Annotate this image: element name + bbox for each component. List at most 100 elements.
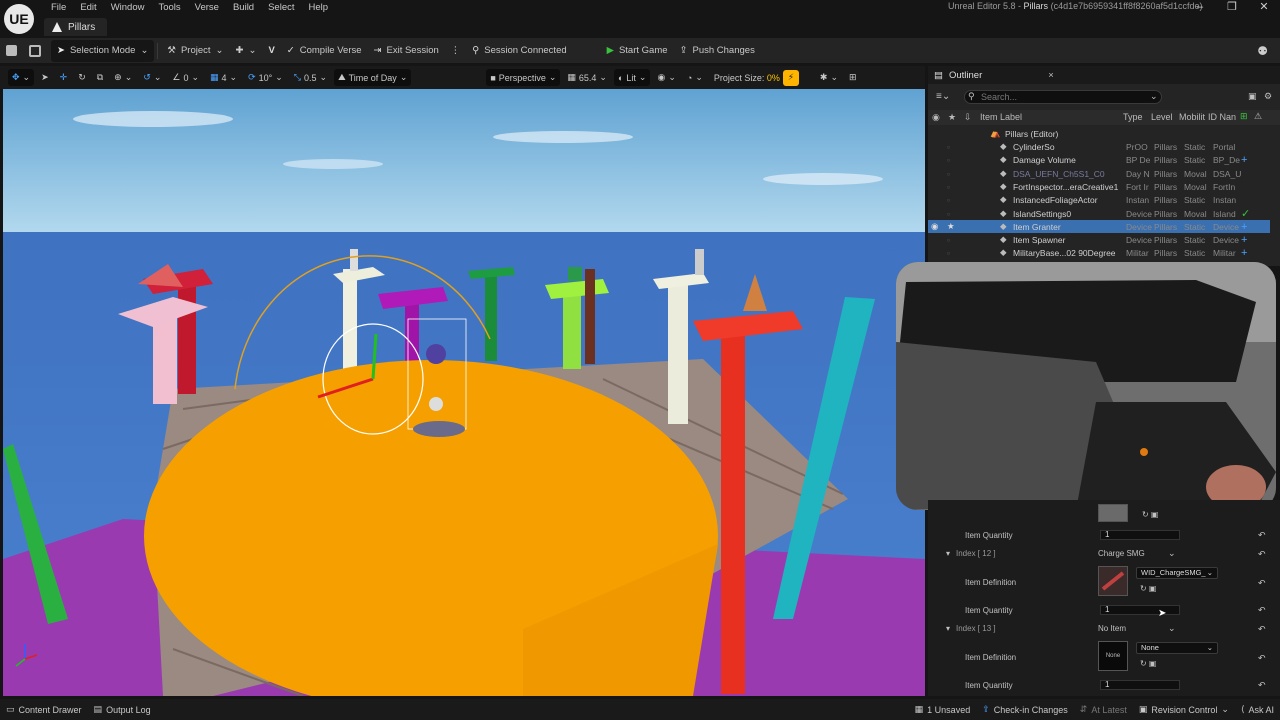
menu-tools[interactable]: Tools — [151, 1, 187, 15]
menu-window[interactable]: Window — [104, 1, 152, 15]
browse-asset-icon[interactable]: ↻ ▣ — [1142, 510, 1158, 519]
scale-tool-button[interactable]: ⧉ — [93, 69, 107, 86]
favorite-star-icon[interactable]: ▫ — [947, 195, 950, 205]
maximize-button[interactable]: ❐ — [1216, 0, 1248, 16]
select-tool-button[interactable]: ➤ — [37, 69, 53, 86]
rotation-snap-button[interactable]: ∠ 0 ⌄ — [168, 69, 203, 86]
menu-select[interactable]: Select — [261, 1, 301, 15]
check-in-changes-button[interactable]: ⇪ Check-in Changes — [976, 704, 1074, 715]
favorite-star-icon[interactable]: ▫ — [947, 169, 950, 179]
chevron-down-icon[interactable]: ⌄ — [1150, 91, 1158, 102]
warning-icon[interactable]: ⚡ — [782, 69, 799, 86]
revision-control-button[interactable]: ▣ Revision Control ⌄ — [1133, 704, 1235, 715]
outliner-row[interactable]: ▫ ◆ Item Spawner Device Pillars Static Device + — [928, 233, 1270, 246]
browse-asset-icon[interactable]: ↻ ▣ — [1140, 659, 1156, 668]
outliner-search-input[interactable]: Search... — [964, 90, 1162, 104]
level-tab[interactable]: Pillars — [44, 18, 108, 36]
item-quantity-field[interactable]: 1 — [1100, 605, 1180, 615]
reset-icon[interactable]: ↶ — [1258, 530, 1266, 541]
outliner-row-action[interactable]: + — [1241, 154, 1247, 166]
chevron-down-icon[interactable]: ⌄ — [1168, 548, 1176, 559]
rotate-tool-button[interactable]: ↻ — [74, 69, 90, 86]
push-changes-button[interactable]: ⇪ Push Changes — [674, 40, 761, 62]
more-options-button[interactable]: ⋮ — [445, 40, 467, 62]
outliner-row-action[interactable]: + — [1241, 247, 1247, 259]
favorite-star-icon[interactable]: ▫ — [947, 182, 950, 192]
outliner-row[interactable]: ▫ ◆ CylinderSo PrOO Pillars Static Portal — [928, 140, 1270, 153]
charge-smg-thumbnail[interactable] — [1098, 566, 1128, 596]
outliner-row[interactable]: ▫ ◆ DSA_UEFN_Ch5S1_C0 Day N Pillars Moval DSA_… — [928, 167, 1270, 180]
translate-tool-button[interactable]: ✛ — [56, 69, 72, 86]
favorite-star-icon[interactable]: ▫ — [947, 155, 950, 165]
reset-icon[interactable]: ↶ — [1258, 578, 1266, 589]
surface-snap-button[interactable]: ↺ ⌄ — [139, 69, 165, 86]
browse-asset-icon[interactable]: ↻ ▣ — [1140, 584, 1156, 593]
start-game-button[interactable]: ▶ Start Game — [601, 40, 674, 62]
angle-snap-button[interactable]: ⟳ 10° ⌄ — [244, 69, 287, 86]
column-mobility[interactable]: Mobilit — [1179, 112, 1205, 122]
ask-ai-button[interactable]: ⟨ Ask AI — [1235, 704, 1280, 715]
reset-icon[interactable]: ↶ — [1258, 549, 1266, 560]
at-latest-button[interactable]: ⇵ At Latest — [1074, 704, 1133, 715]
item-definition-dropdown[interactable]: None ⌄ — [1136, 642, 1218, 654]
project-dropdown[interactable]: ⚒ Project ⌄ — [161, 40, 229, 62]
outliner-root-row[interactable]: ⛺ Pillars (Editor) — [928, 127, 1270, 140]
output-log-button[interactable]: ▤ Output Log — [88, 704, 157, 715]
column-id-name[interactable]: ID Nan — [1208, 112, 1236, 122]
favorite-star-icon[interactable]: ★ — [947, 221, 955, 232]
expand-arrow-icon[interactable]: ▾ — [946, 624, 950, 633]
lit-mode-button[interactable]: ◐ Lit ⌄ — [613, 69, 651, 86]
reset-icon[interactable]: ↶ — [1258, 653, 1266, 664]
none-thumbnail[interactable]: None — [1098, 641, 1128, 671]
favorite-star-icon[interactable]: ▫ — [947, 142, 950, 152]
outliner-row-action[interactable]: + — [1241, 234, 1247, 246]
favorite-column-icon[interactable]: ★ — [948, 112, 956, 123]
menu-build[interactable]: Build — [226, 1, 261, 15]
favorite-star-icon[interactable]: ▫ — [947, 209, 950, 219]
selection-mode-dropdown[interactable]: ➤ Selection Mode ⌄ — [51, 39, 155, 62]
content-browser-button[interactable] — [23, 40, 47, 62]
outliner-row[interactable]: ▫ ◆ FortInspector...eraCreative1 Fort Ir Pil… — [928, 180, 1270, 193]
favorite-star-icon[interactable]: ▫ — [947, 235, 950, 245]
reset-icon[interactable]: ↶ — [1258, 680, 1266, 691]
expand-arrow-icon[interactable]: ▾ — [946, 549, 950, 558]
add-folder-icon[interactable]: ▣ — [1248, 91, 1257, 102]
time-of-day-button[interactable]: ⛰ Time of Day ⌄ — [334, 69, 412, 86]
column-type[interactable]: Type — [1123, 112, 1143, 122]
item-quantity-field[interactable]: 1 — [1100, 530, 1180, 540]
performance-button[interactable]: ◔ ⌄ — [683, 69, 707, 86]
outliner-row[interactable]: ▫ ◆ IslandSettings0 Device Pillars Moval Islan… — [928, 207, 1270, 220]
menu-edit[interactable]: Edit — [73, 1, 103, 15]
outliner-row[interactable]: ◉ ★ ◆ Item Granter Device Pillars Static Device… — [928, 220, 1270, 233]
outliner-row-action[interactable]: + — [1241, 221, 1247, 233]
reset-icon[interactable]: ↶ — [1258, 605, 1266, 616]
perspective-button[interactable]: ■ Perspective ⌄ — [486, 69, 561, 86]
menu-help[interactable]: Help — [302, 1, 336, 15]
menu-file[interactable]: File — [44, 1, 73, 15]
outliner-row[interactable]: ▫ ◆ Damage Volume BP De Pillars Static BP_De + — [928, 153, 1270, 166]
outliner-row-action[interactable]: ✓ — [1241, 207, 1250, 220]
item-definition-dropdown[interactable]: WID_ChargeSMG_ ⌄ — [1136, 567, 1218, 579]
content-drawer-button[interactable]: ▭ Content Drawer — [0, 704, 88, 715]
show-flags-button[interactable]: ◉ ⌄ — [653, 69, 679, 86]
fov-button[interactable]: ▦ 65.4 ⌄ — [563, 69, 611, 86]
save-button[interactable] — [0, 40, 23, 62]
exit-session-button[interactable]: ⇥ Exit Session — [368, 40, 445, 62]
world-local-button[interactable]: ⊕ ⌄ — [110, 69, 136, 86]
viewport-menu-button[interactable]: ✥ ⌄ — [8, 69, 35, 86]
add-content-button[interactable]: ✚ ⌄ — [230, 40, 263, 62]
close-window-button[interactable]: ✕ — [1248, 0, 1280, 16]
scale-snap-button[interactable]: ⤡ 0.5 ⌄ — [290, 69, 331, 86]
column-level[interactable]: Level — [1151, 112, 1173, 122]
session-connected-button[interactable]: ⚲ Session Connected — [466, 40, 572, 62]
grid-snap-button[interactable]: ▦ 4 ⌄ — [206, 69, 241, 86]
level-viewport[interactable] — [3, 89, 925, 696]
users-button[interactable]: ⚉ — [1251, 40, 1274, 62]
favorite-star-icon[interactable]: ▫ — [947, 248, 950, 258]
column-item-label[interactable]: Item Label — [980, 112, 1022, 122]
menu-verse[interactable]: Verse — [188, 1, 226, 15]
outliner-row[interactable]: ▫ ◆ InstancedFoliageActor Instan Pillars Stat… — [928, 193, 1270, 206]
visibility-eye-icon[interactable]: ◉ — [931, 221, 938, 232]
pin-column-icon[interactable]: ⇩ — [964, 112, 972, 123]
chevron-down-icon[interactable]: ⌄ — [1168, 623, 1176, 634]
